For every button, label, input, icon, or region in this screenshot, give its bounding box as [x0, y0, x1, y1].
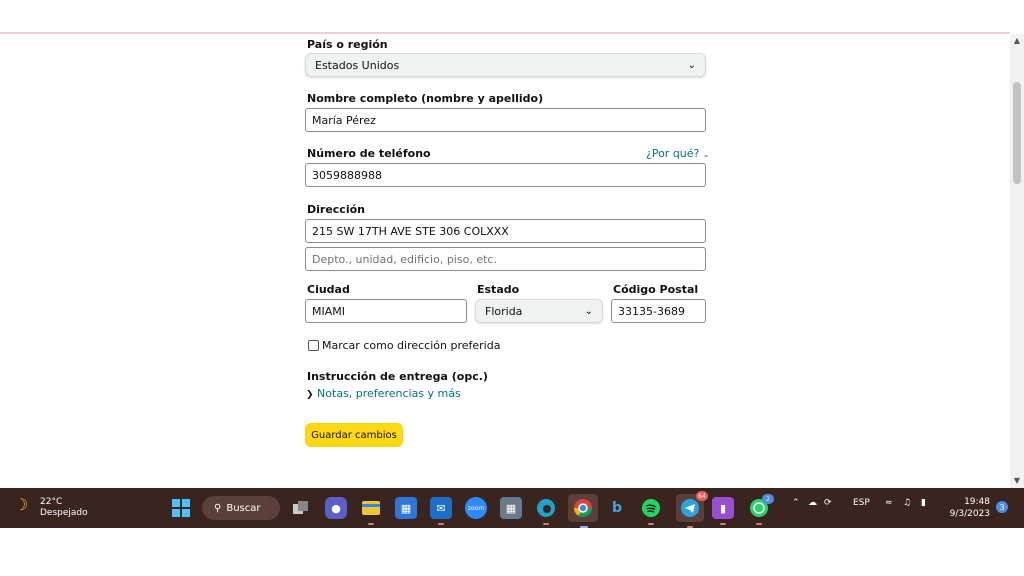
- chrome-browser-icon[interactable]: [568, 494, 598, 528]
- save-changes-label: Guardar cambios: [311, 429, 397, 441]
- chevron-down-icon: ⌄: [584, 305, 593, 317]
- wifi-icon[interactable]: ≈: [885, 498, 893, 508]
- zoom-icon[interactable]: zoom: [465, 497, 487, 519]
- volume-icon[interactable]: ♫: [903, 498, 911, 508]
- country-value: Estados Unidos: [315, 58, 400, 72]
- delivery-label: Instrucción de entrega (opc.): [307, 370, 488, 383]
- scroll-up-icon[interactable]: ▲: [1012, 36, 1022, 46]
- windows-taskbar: ☽ 22°C Despejado ⚲ Buscar ● ▦ ✉ zoom ▦ b…: [0, 488, 1024, 528]
- running-indicator: [368, 523, 374, 525]
- zip-input[interactable]: 33135-3689: [611, 299, 706, 323]
- chevron-down-icon: ⌄: [687, 59, 696, 71]
- running-indicator: [648, 523, 654, 525]
- why-phone-link[interactable]: ¿Por qué? ⌄: [646, 147, 710, 160]
- state-value: Florida: [485, 304, 523, 318]
- clipchamp-icon[interactable]: ▮: [712, 497, 734, 525]
- zip-label: Código Postal: [613, 283, 699, 296]
- phone-input[interactable]: 3059888988: [305, 163, 706, 187]
- whatsapp-badge: 2: [762, 494, 774, 504]
- fullname-value: María Pérez: [312, 113, 376, 127]
- clock-time: 19:48: [964, 497, 990, 507]
- chevron-down-icon: ⌄: [702, 150, 710, 159]
- running-indicator: [543, 523, 549, 525]
- state-select[interactable]: Florida ⌄: [475, 299, 603, 323]
- sync-icon[interactable]: ⟳: [824, 498, 832, 508]
- scroll-thumb[interactable]: [1013, 82, 1021, 184]
- battery-icon[interactable]: ▮: [921, 498, 926, 508]
- microsoft-store-icon[interactable]: ▦: [395, 497, 417, 519]
- clock-date: 9/3/2023: [949, 509, 990, 519]
- phone-label: Número de teléfono: [307, 147, 431, 160]
- task-view-icon[interactable]: [290, 497, 312, 519]
- calculator-icon[interactable]: ▦: [500, 497, 522, 519]
- file-explorer-icon[interactable]: [360, 497, 382, 525]
- active-indicator: [580, 526, 588, 528]
- why-phone-text: ¿Por qué?: [646, 147, 700, 160]
- address-line2-input[interactable]: Depto., unidad, edificio, piso, etc.: [305, 247, 706, 271]
- chevron-up-icon[interactable]: ⌃: [792, 498, 800, 508]
- notification-count[interactable]: 3: [996, 501, 1008, 513]
- chevron-down-icon: ❯: [306, 390, 314, 400]
- running-indicator: [687, 526, 693, 528]
- whatsapp-icon[interactable]: 2: [748, 494, 774, 525]
- teams-chat-icon[interactable]: ●: [325, 497, 347, 519]
- fullname-input[interactable]: María Pérez: [305, 108, 706, 132]
- language-indicator[interactable]: ESP: [853, 498, 870, 508]
- running-indicator: [438, 523, 444, 525]
- city-label: Ciudad: [307, 283, 350, 296]
- mail-icon[interactable]: ✉: [430, 497, 452, 525]
- city-input[interactable]: MIAMI: [305, 299, 467, 323]
- country-select[interactable]: Estados Unidos ⌄: [305, 53, 706, 77]
- bing-icon[interactable]: b: [606, 497, 628, 519]
- address-line2-placeholder: Depto., unidad, edificio, piso, etc.: [312, 252, 497, 266]
- search-icon: ⚲: [214, 502, 222, 514]
- running-indicator: [720, 523, 726, 525]
- phone-value: 3059888988: [312, 168, 382, 182]
- zip-value: 33135-3689: [618, 304, 685, 318]
- running-indicator: [756, 523, 762, 525]
- preferred-address-checkbox[interactable]: [308, 340, 319, 351]
- state-label: Estado: [477, 283, 520, 296]
- delivery-notes-link[interactable]: ❯ Notas, preferencias y más: [306, 387, 461, 400]
- system-clock[interactable]: 19:48 9/3/2023: [944, 496, 990, 520]
- edge-browser-icon[interactable]: [535, 497, 557, 525]
- city-value: MIAMI: [312, 304, 345, 318]
- windows-start-icon[interactable]: [170, 497, 192, 519]
- moon-icon: ☽: [14, 495, 29, 514]
- onedrive-cloud-icon[interactable]: ☁: [808, 498, 817, 508]
- telegram-badge: 64: [696, 491, 708, 501]
- preferred-address-label: Marcar como dirección preferida: [322, 339, 501, 352]
- weather-temp: 22°C: [40, 497, 63, 507]
- weather-desc: Despejado: [40, 508, 88, 518]
- fullname-label: Nombre completo (nombre y apellido): [307, 92, 544, 105]
- spotify-icon[interactable]: [640, 497, 662, 525]
- delivery-notes-text: Notas, preferencias y más: [317, 387, 461, 400]
- telegram-icon[interactable]: 64: [676, 491, 708, 528]
- address-line1-value: 215 SW 17TH AVE STE 306 COLXXX: [312, 224, 509, 238]
- search-label: Buscar: [226, 502, 261, 514]
- address-label: Dirección: [307, 203, 365, 216]
- page-scrollbar[interactable]: ▲ ▼: [1010, 34, 1024, 488]
- country-label: País o región: [307, 38, 388, 51]
- scroll-down-icon[interactable]: ▼: [1012, 476, 1022, 486]
- taskbar-search[interactable]: ⚲ Buscar: [202, 496, 280, 520]
- save-changes-button[interactable]: Guardar cambios: [305, 423, 403, 447]
- address-line1-input[interactable]: 215 SW 17TH AVE STE 306 COLXXX: [305, 219, 706, 243]
